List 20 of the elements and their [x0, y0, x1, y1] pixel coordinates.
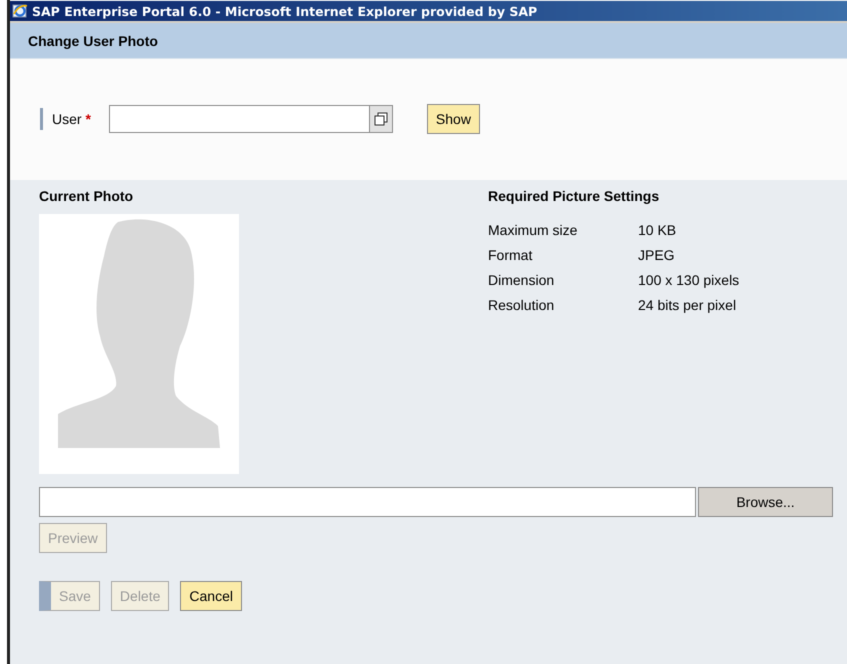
browser-icon [12, 3, 28, 19]
section-heading: Current Photo [39, 188, 134, 206]
file-path-field[interactable] [39, 487, 696, 517]
section-heading: Required Picture Settings [488, 188, 660, 206]
setting-label: Dimension [488, 272, 556, 288]
setting-value: 100 x 130 pixels [638, 272, 740, 288]
setting-value: 24 bits per pixel [638, 297, 738, 313]
cancel-button[interactable]: Cancel [180, 581, 242, 611]
show-button[interactable]: Show [426, 104, 480, 134]
setting-value: JPEG [638, 247, 676, 263]
user-input-field[interactable] [108, 104, 393, 132]
value-help-icon[interactable] [374, 112, 388, 126]
setting-value: 10 KB [638, 222, 678, 238]
field-label: User * [52, 110, 91, 126]
window-title: SAP Enterprise Portal 6.0 - Microsoft Internet Explorer provided by SAP [32, 4, 538, 18]
browse-button[interactable]: Browse... [698, 487, 833, 517]
page-title: Change User Photo [28, 32, 158, 48]
setting-label: Resolution [488, 297, 556, 313]
setting-label: Format [488, 247, 534, 263]
setting-label: Maximum size [488, 222, 578, 238]
